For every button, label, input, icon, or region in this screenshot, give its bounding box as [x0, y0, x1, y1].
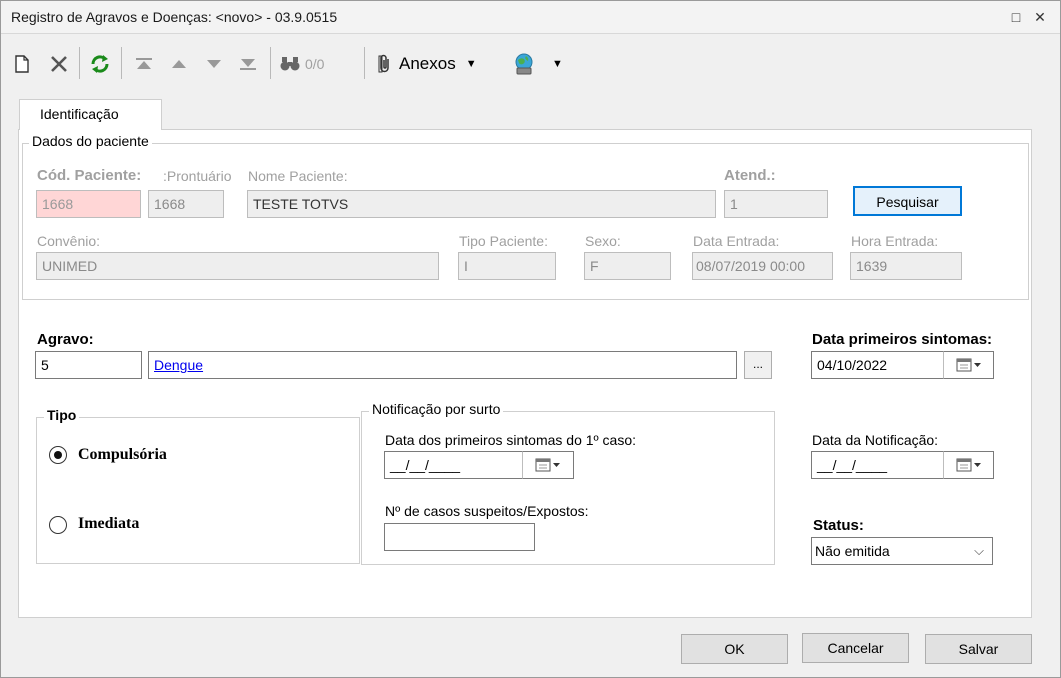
- attachments-dropdown[interactable]: Anexos ▼: [377, 52, 497, 76]
- toolbar-separator: [79, 47, 80, 79]
- toolbar-separator: [270, 47, 271, 79]
- chevron-down-icon: ⌵: [974, 543, 984, 558]
- radio-imediata-label[interactable]: Imediata: [78, 515, 139, 533]
- window-title: Registro de Agravos e Doenças: <novo> - …: [11, 9, 338, 25]
- last-record-icon[interactable]: [235, 52, 261, 76]
- attachments-label: Anexos: [399, 54, 456, 73]
- agravo-lookup-button[interactable]: ...: [744, 351, 772, 379]
- search-binoculars-icon[interactable]: [278, 52, 302, 76]
- calendar-dropdown-button[interactable]: [522, 451, 574, 479]
- prontuario-label: Prontuário:: [163, 168, 232, 184]
- tipo-paciente-field[interactable]: I: [458, 252, 556, 280]
- toolbar-separator: [364, 47, 365, 79]
- nome-paciente-label: Nome Paciente:: [248, 168, 348, 184]
- toolbar: 0/0 Anexos ▼ ▼: [1, 35, 1060, 91]
- patient-group-title: Dados do paciente: [29, 133, 152, 149]
- surto-group-title: Notificação por surto: [369, 401, 504, 417]
- search-button[interactable]: Pesquisar: [853, 186, 962, 216]
- record-counter: 0/0: [305, 56, 325, 72]
- tipo-paciente-label: Tipo Paciente:: [459, 233, 548, 249]
- radio-imediata[interactable]: [49, 516, 67, 534]
- status-selected-value: Não emitida: [815, 543, 890, 559]
- agravo-name-field[interactable]: Dengue: [148, 351, 737, 379]
- prontuario-field[interactable]: 1668: [148, 190, 224, 218]
- globe-printer-icon: [515, 53, 533, 75]
- paperclip-icon: [378, 54, 389, 73]
- cod-paciente-label: Cód. Paciente:: [37, 167, 142, 184]
- web-services-dropdown[interactable]: ▼: [512, 52, 576, 76]
- calendar-icon: [535, 458, 560, 472]
- calendar-icon: [956, 358, 981, 372]
- first-record-icon[interactable]: [131, 52, 157, 76]
- tab-panel: Dados do paciente Cód. Paciente: Prontuá…: [18, 129, 1032, 618]
- delete-icon[interactable]: [47, 52, 71, 76]
- tab-identificacao[interactable]: Identificação: [19, 99, 162, 130]
- atend-field[interactable]: 1: [724, 190, 828, 218]
- radio-compulsoria[interactable]: [49, 446, 67, 464]
- convenio-field[interactable]: UNIMED: [36, 252, 439, 280]
- toolbar-separator: [121, 47, 122, 79]
- restore-icon[interactable]: □: [1008, 9, 1024, 25]
- suspected-cases-field[interactable]: [384, 523, 535, 551]
- ok-button[interactable]: OK: [681, 634, 788, 664]
- radio-compulsoria-label[interactable]: Compulsória: [78, 446, 167, 464]
- suspected-cases-label: Nº de casos suspeitos/Expostos:: [385, 503, 589, 519]
- first-case-date-field[interactable]: __/__/____: [384, 451, 523, 479]
- save-button[interactable]: Salvar: [925, 634, 1032, 664]
- data-entrada-field[interactable]: 08/07/2019 00:00: [692, 252, 833, 280]
- first-case-date-label: Data dos primeiros sintomas do 1º caso:: [385, 432, 637, 448]
- agravo-name-link[interactable]: Dengue: [154, 357, 203, 373]
- previous-record-icon[interactable]: [166, 52, 192, 76]
- cancel-button[interactable]: Cancelar: [802, 633, 909, 663]
- hora-entrada-label: Hora Entrada:: [851, 233, 939, 249]
- close-icon[interactable]: ✕: [1032, 9, 1048, 25]
- calendar-icon: [956, 458, 981, 472]
- nome-paciente-field[interactable]: TESTE TOTVS: [247, 190, 716, 218]
- refresh-icon[interactable]: [87, 52, 113, 76]
- data-primeiros-sintomas-label: Data primeiros sintomas:: [812, 331, 993, 348]
- tipo-group-title: Tipo: [44, 407, 80, 423]
- dialog-window: Registro de Agravos e Doenças: <novo> - …: [0, 0, 1061, 678]
- next-record-icon[interactable]: [201, 52, 227, 76]
- sexo-label: Sexo:: [585, 233, 621, 249]
- convenio-label: Convênio:: [37, 233, 101, 249]
- agravo-label: Agravo:: [37, 331, 94, 348]
- title-bar: Registro de Agravos e Doenças: <novo> - …: [1, 1, 1060, 34]
- chevron-down-icon: ▼: [552, 58, 563, 70]
- agravo-code-field[interactable]: 5: [35, 351, 142, 379]
- chevron-down-icon: ▼: [465, 58, 477, 70]
- data-notificacao-field[interactable]: __/__/____: [811, 451, 944, 479]
- radio-dot: [54, 451, 62, 459]
- tipo-groupbox: [36, 417, 360, 564]
- data-primeiros-sintomas-field[interactable]: 04/10/2022: [811, 351, 944, 379]
- status-select[interactable]: Não emitida ⌵: [811, 537, 993, 565]
- data-entrada-label: Data Entrada:: [693, 233, 780, 249]
- status-label: Status:: [813, 517, 864, 534]
- tab-label: Identificação: [40, 106, 119, 122]
- cod-paciente-field[interactable]: 1668: [36, 190, 141, 218]
- new-document-icon[interactable]: [11, 52, 33, 76]
- data-notificacao-label: Data da Notificação:: [812, 432, 939, 448]
- atend-label: Atend.:: [724, 167, 776, 184]
- hora-entrada-field[interactable]: 1639: [850, 252, 962, 280]
- sexo-field[interactable]: F: [584, 252, 671, 280]
- calendar-dropdown-button[interactable]: [943, 351, 994, 379]
- calendar-dropdown-button[interactable]: [943, 451, 994, 479]
